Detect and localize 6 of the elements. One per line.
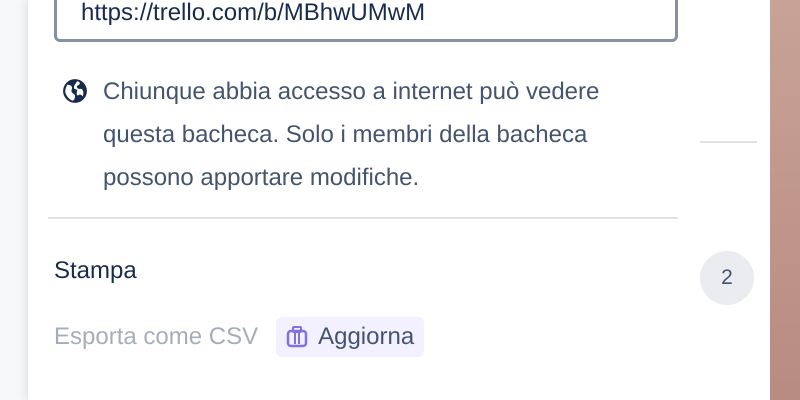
count-badge: 2 xyxy=(700,251,754,305)
briefcase-icon xyxy=(286,326,308,348)
globe-icon xyxy=(62,78,88,104)
menu-item[interactable]: Stampa xyxy=(54,253,137,289)
visibility-note: Chiunque abbia accesso a internet può vedere questa bacheca. Solo i membri della bacheca possono apportare modifiche. xyxy=(103,77,600,193)
link-field[interactable]: https://trello.com/b/MBhwUMwM xyxy=(54,0,678,42)
